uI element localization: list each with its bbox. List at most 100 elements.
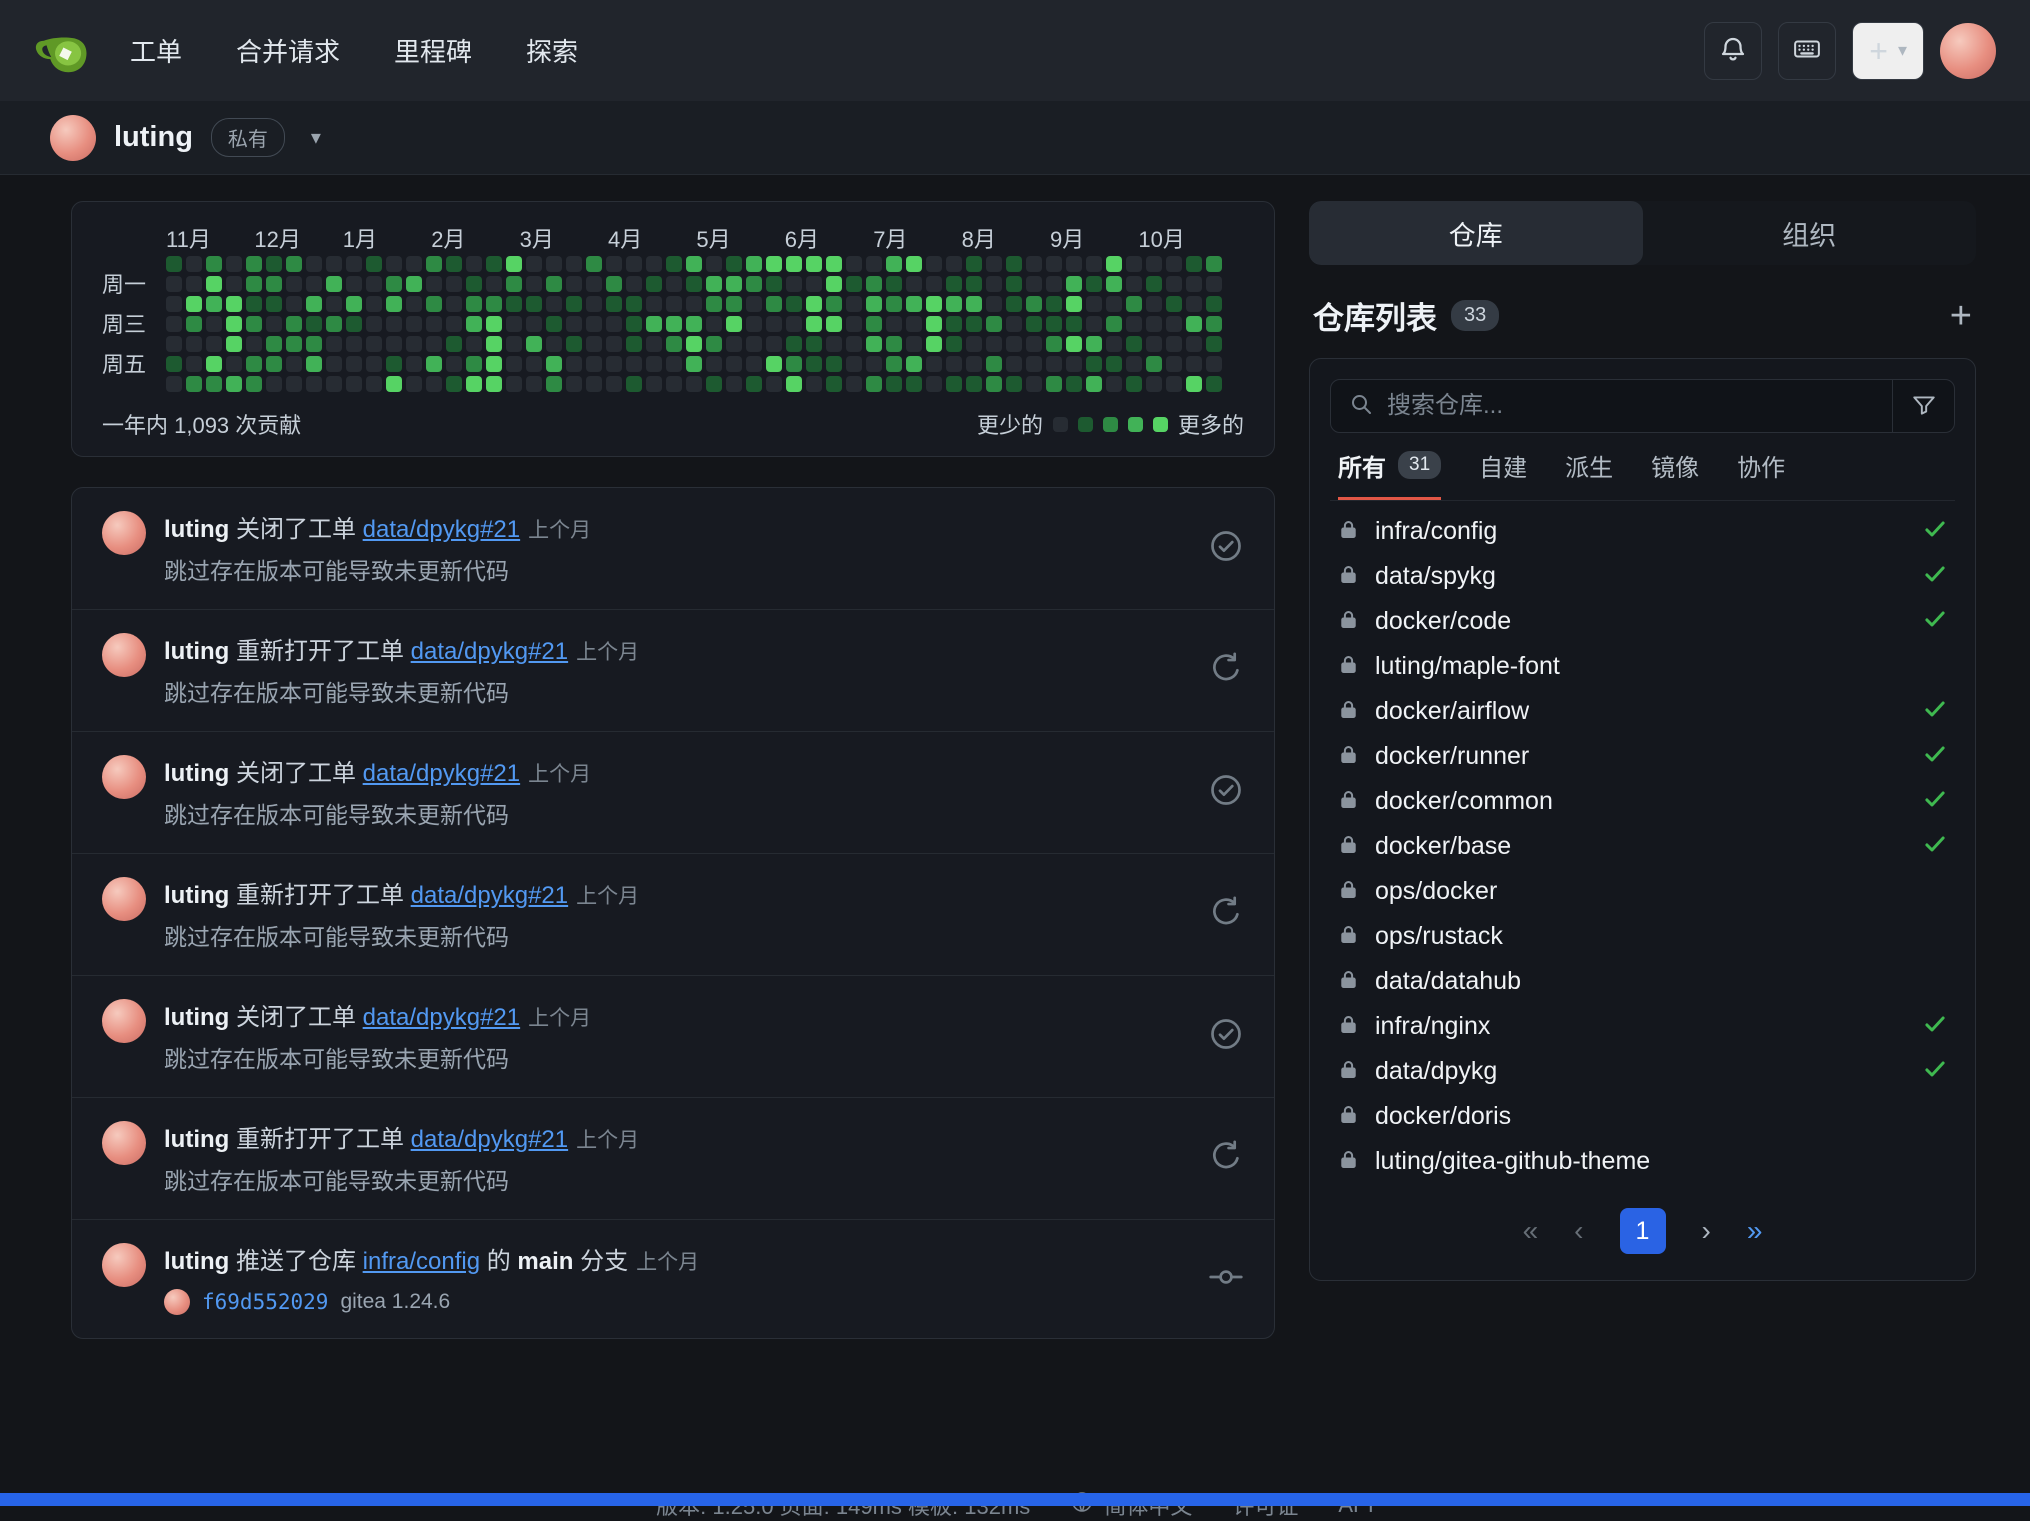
actor-avatar[interactable] [102,999,146,1043]
target-link[interactable]: data/dpykg#21 [363,516,520,543]
actor-link[interactable]: luting [164,516,229,543]
nav-link-issues[interactable]: 工单 [130,32,182,69]
activity-action: 关闭了工单 [236,1004,356,1031]
repo-link[interactable]: data/dpykg [1375,1057,1497,1086]
heatmap-cell [366,356,382,372]
repo-list-item[interactable]: luting/maple-font [1330,644,1955,689]
repo-list-item[interactable]: data/dpykg [1330,1049,1955,1094]
repo-filter-forks[interactable]: 派生 [1565,433,1613,500]
repo-filter-mirrors[interactable]: 镜像 [1651,433,1699,500]
actor-avatar[interactable] [102,633,146,677]
gitea-logo-icon[interactable] [34,23,90,79]
repo-link[interactable]: docker/runner [1375,742,1529,771]
repo-link[interactable]: ops/docker [1375,877,1497,906]
repo-filter-collaborative[interactable]: 协作 [1737,433,1785,500]
repo-list-item[interactable]: infra/config [1330,509,1955,554]
repo-list-item[interactable]: data/spykg [1330,554,1955,599]
actor-avatar[interactable] [102,1121,146,1165]
repo-link[interactable]: docker/code [1375,607,1511,636]
notifications-button[interactable] [1704,22,1762,80]
repo-search-field[interactable] [1331,380,1892,432]
repo-list-item[interactable]: docker/base [1330,824,1955,869]
repo-filter-sources[interactable]: 自建 [1479,433,1527,500]
actor-link[interactable]: luting [164,1004,229,1031]
heatmap-cell [186,356,202,372]
repo-filter-button[interactable] [1892,380,1954,432]
profile-username[interactable]: luting [114,121,193,154]
actor-link[interactable]: luting [164,760,229,787]
heatmap-cell [266,296,282,312]
profile-avatar[interactable] [50,115,96,161]
new-repo-button[interactable]: + [1950,297,1972,335]
repo-link[interactable]: docker/base [1375,832,1511,861]
repo-list-item[interactable]: data/datahub [1330,959,1955,1004]
heatmap-cell [1046,356,1062,372]
actor-link[interactable]: luting [164,882,229,909]
legend-swatch [1078,417,1093,432]
tab-repositories[interactable]: 仓库 [1309,201,1643,265]
actor-avatar[interactable] [102,1243,146,1287]
nav-link-explore[interactable]: 探索 [526,32,578,69]
repo-link[interactable]: docker/airflow [1375,697,1529,726]
current-page[interactable]: 1 [1620,1208,1666,1254]
heatmap-cell [886,276,902,292]
target-link[interactable]: data/dpykg#21 [411,1126,568,1153]
tab-organizations[interactable]: 组织 [1643,201,1977,265]
repo-link[interactable]: ops/rustack [1375,922,1503,951]
last-page-button[interactable]: » [1747,1215,1763,1247]
repo-link[interactable]: docker/doris [1375,1102,1511,1131]
actor-avatar[interactable] [102,877,146,921]
repo-list-item[interactable]: docker/code [1330,599,1955,644]
nav-link-merge-requests[interactable]: 合并请求 [236,32,340,69]
actor-link[interactable]: luting [164,1126,229,1153]
repo-link[interactable]: infra/config [1375,517,1497,546]
actor-avatar[interactable] [102,755,146,799]
heatmap-cell [266,256,282,272]
target-link[interactable]: data/dpykg#21 [411,882,568,909]
target-link[interactable]: data/dpykg#21 [411,638,568,665]
keyboard-shortcuts-button[interactable] [1778,22,1836,80]
funnel-icon [1911,392,1937,421]
target-link[interactable]: data/dpykg#21 [363,760,520,787]
repo-link[interactable]: data/spykg [1375,562,1496,591]
repo-link[interactable]: docker/common [1375,787,1553,816]
repo-list-item[interactable]: docker/doris [1330,1094,1955,1139]
repo-list-item[interactable]: luting/gitea-github-theme [1330,1139,1955,1184]
commit-hash-link[interactable]: f69d552029 [202,1290,328,1314]
repo-search-input[interactable] [1387,392,1874,420]
nav-link-milestones[interactable]: 里程碑 [394,32,472,69]
heatmap-cell [706,356,722,372]
repo-list-item[interactable]: docker/airflow [1330,689,1955,734]
repo-link[interactable]: luting/gitea-github-theme [1375,1147,1650,1176]
heatmap-cell [1146,276,1162,292]
heatmap-cell [586,336,602,352]
repo-link[interactable]: luting/maple-font [1375,652,1560,681]
heatmap-cell [166,276,182,292]
heatmap-cell [1146,336,1162,352]
user-avatar-menu[interactable] [1940,23,1996,79]
repo-link[interactable]: data/datahub [1375,967,1521,996]
target-link[interactable]: infra/config [363,1248,480,1275]
create-new-dropdown[interactable]: + ▾ [1852,22,1924,80]
first-page-button[interactable]: « [1523,1215,1539,1247]
prev-page-button[interactable]: ‹ [1574,1215,1583,1247]
heatmap-cell [1046,376,1062,392]
heatmap-cell [246,356,262,372]
heatmap-cell [846,356,862,372]
actor-link[interactable]: luting [164,638,229,665]
repo-filter-all[interactable]: 所有31 [1338,433,1441,500]
heatmap-cell [1086,376,1102,392]
repo-list-item[interactable]: ops/rustack [1330,914,1955,959]
repo-list-item[interactable]: ops/docker [1330,869,1955,914]
heatmap-cell [766,256,782,272]
target-link[interactable]: data/dpykg#21 [363,1004,520,1031]
heatmap-cell [526,276,542,292]
actor-link[interactable]: luting [164,1248,229,1275]
repo-list-item[interactable]: docker/common [1330,779,1955,824]
profile-dropdown-caret[interactable]: ▾ [303,121,329,154]
actor-avatar[interactable] [102,511,146,555]
repo-link[interactable]: infra/nginx [1375,1012,1490,1041]
repo-list-item[interactable]: infra/nginx [1330,1004,1955,1049]
repo-list-item[interactable]: docker/runner [1330,734,1955,779]
next-page-button[interactable]: › [1702,1215,1711,1247]
